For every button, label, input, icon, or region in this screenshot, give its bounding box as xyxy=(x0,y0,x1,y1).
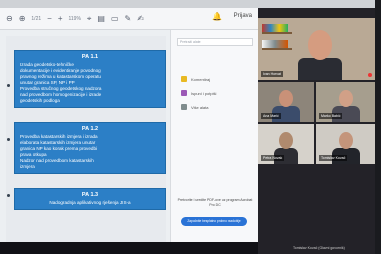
page-prev-icon[interactable]: ⊖ xyxy=(6,14,13,23)
person-head xyxy=(279,90,293,107)
pa-box-1-2: PA 1.2 Provedba katastarskih izmjera i i… xyxy=(14,122,166,174)
box-line: izmjera xyxy=(20,164,35,169)
comment-icon[interactable]: ▭ xyxy=(111,14,119,23)
person-head xyxy=(279,132,293,149)
zoom-in-icon[interactable]: + xyxy=(58,14,63,23)
tool-comment[interactable]: Komentiraj xyxy=(181,76,210,82)
box-title: PA 1.1 xyxy=(81,54,99,60)
zoom-level[interactable]: 119% xyxy=(68,16,80,22)
box-title: PA 1.3 xyxy=(81,192,99,198)
tool-more[interactable]: Više alata xyxy=(181,104,209,110)
screen-bottom-edge xyxy=(0,242,258,254)
mic-muted-icon xyxy=(368,73,372,77)
promo-text: Pretvorite i uredite PDF-ove uz program … xyxy=(177,198,253,207)
tool-fill-sign[interactable]: Ispuni i potpiši xyxy=(181,90,216,96)
participant-name: Tomislav Kovač xyxy=(319,155,348,161)
section-marker xyxy=(7,194,10,197)
books xyxy=(262,40,288,48)
person-torso xyxy=(298,58,342,80)
tools-search-input[interactable]: Pretraži alate xyxy=(177,38,253,46)
fill-sign-icon xyxy=(181,90,187,96)
participant-name: Petra Novak xyxy=(261,155,285,161)
monitor-bezel-right xyxy=(375,0,381,254)
pdf-viewer: ⊖ ⊕ 1/21 − + 119% ⌖ ▤ ▭ ✎ ✍ 🔔 Prijava PA… xyxy=(0,8,258,242)
zoom-out-icon[interactable]: − xyxy=(47,14,52,23)
bookshelf xyxy=(262,48,292,50)
print-icon[interactable]: ▤ xyxy=(97,14,105,23)
tool-label: Ispuni i potpiši xyxy=(191,90,217,96)
person-head xyxy=(308,30,332,60)
video-conference-panel: Ivan Horvat Ana Marić Marko Babić Petra … xyxy=(258,8,375,254)
more-tools-icon xyxy=(181,104,187,110)
notification-icon[interactable]: 🔔 xyxy=(212,12,222,21)
trial-button[interactable]: Započnite besplatno probno razdoblje xyxy=(181,217,247,226)
section-marker xyxy=(7,138,10,141)
sign-icon[interactable]: ✍ xyxy=(137,14,144,23)
select-tool-icon[interactable]: ⌖ xyxy=(87,14,92,23)
video-tile[interactable]: Ana Marić xyxy=(258,82,314,122)
pen-icon[interactable]: ✎ xyxy=(125,14,132,23)
books xyxy=(262,24,288,32)
comment-tool-icon xyxy=(181,76,187,82)
video-tile[interactable]: Marko Babić xyxy=(316,82,375,122)
box-line: Nadogradnja aplikativnog rješenja JIS-a xyxy=(49,200,131,205)
tools-panel: Pretraži alate Komentiraj Ispuni i potpi… xyxy=(170,30,258,242)
bookshelf xyxy=(262,32,292,34)
pdf-page: PA 1.1 Izrada geodetsko-tehničke dokumen… xyxy=(6,36,166,242)
video-tile[interactable]: Petra Novak xyxy=(258,124,314,164)
participant-name: Marko Babić xyxy=(319,113,343,119)
participant-name: Ana Marić xyxy=(261,113,281,119)
page-counter: 1/21 xyxy=(31,15,42,22)
box-line: geodetskih podloga xyxy=(20,98,60,103)
tool-label: Više alata xyxy=(191,104,209,110)
signin-button[interactable]: Prijava xyxy=(234,13,252,19)
pa-box-1-3: PA 1.3 Nadogradnja aplikativnog rješenja… xyxy=(14,188,166,210)
video-tile-speaker[interactable]: Ivan Horvat xyxy=(258,18,375,80)
pa-box-1-1: PA 1.1 Izrada geodetsko-tehničke dokumen… xyxy=(14,50,166,108)
person-head xyxy=(339,132,353,149)
person-head xyxy=(339,90,353,107)
video-tile[interactable]: Tomislav Kovač xyxy=(316,124,375,164)
participant-name: Ivan Horvat xyxy=(261,71,283,77)
box-title: PA 1.2 xyxy=(81,126,99,132)
section-marker xyxy=(7,84,10,87)
speaker-caption: Tomislav Kovač (Glavni govornik) xyxy=(293,246,345,250)
page-next-icon[interactable]: ⊕ xyxy=(19,14,26,23)
monitor-bezel xyxy=(0,0,381,8)
tool-label: Komentiraj xyxy=(191,76,211,82)
